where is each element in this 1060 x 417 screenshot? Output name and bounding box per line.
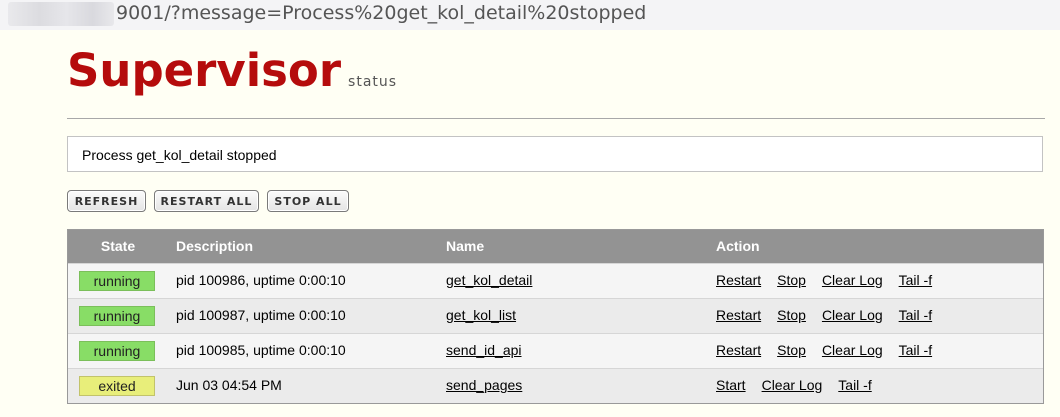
clear-log-link[interactable]: Clear Log	[822, 307, 883, 323]
restart-link[interactable]: Restart	[716, 272, 761, 288]
stop-link[interactable]: Stop	[777, 307, 806, 323]
process-name-link[interactable]: get_kol_list	[446, 307, 516, 323]
tail-link[interactable]: Tail -f	[838, 377, 871, 393]
url-host-redacted	[8, 2, 114, 26]
column-header-description: Description	[176, 238, 254, 254]
status-badge: running	[79, 271, 155, 291]
action-links: Restart Stop Clear Log Tail -f	[716, 299, 948, 332]
action-links: Start Clear Log Tail -f	[716, 369, 888, 402]
header-divider	[67, 118, 1045, 119]
column-header-state: State	[100, 238, 136, 254]
process-name-link[interactable]: get_kol_detail	[446, 272, 532, 288]
clear-log-link[interactable]: Clear Log	[762, 377, 823, 393]
tail-link[interactable]: Tail -f	[899, 272, 932, 288]
table-header: State Description Name Action	[68, 230, 1043, 263]
clear-log-link[interactable]: Clear Log	[822, 272, 883, 288]
restart-all-button[interactable]: RESTART ALL	[154, 190, 259, 212]
action-links: Restart Stop Clear Log Tail -f	[716, 264, 948, 297]
tail-link[interactable]: Tail -f	[899, 307, 932, 323]
refresh-button[interactable]: REFRESH	[67, 190, 146, 212]
column-header-action: Action	[716, 238, 760, 254]
status-badge: running	[79, 306, 155, 326]
column-header-name: Name	[446, 238, 485, 254]
restart-link[interactable]: Restart	[716, 307, 761, 323]
table-row: exited Jun 03 04:54 PM send_pages Start C…	[68, 368, 1043, 403]
status-message-box: Process get_kol_detail stopped	[67, 136, 1043, 172]
browser-address-bar[interactable]: 9001/?message=Process%20get_kol_detail%2…	[0, 0, 1060, 30]
status-badge: running	[79, 341, 155, 361]
process-description: pid 100985, uptime 0:00:10	[176, 342, 346, 358]
restart-link[interactable]: Restart	[716, 342, 761, 358]
stop-link[interactable]: Stop	[777, 272, 806, 288]
stop-all-button[interactable]: STOP ALL	[267, 190, 349, 212]
logo-title: Supervisor	[67, 44, 342, 97]
table-row: running pid 100987, uptime 0:00:10 get_k…	[68, 298, 1043, 333]
stop-link[interactable]: Stop	[777, 342, 806, 358]
logo-subtitle: status	[348, 74, 398, 90]
start-link[interactable]: Start	[716, 377, 746, 393]
action-links: Restart Stop Clear Log Tail -f	[716, 334, 948, 367]
clear-log-link[interactable]: Clear Log	[822, 342, 883, 358]
process-description: Jun 03 04:54 PM	[176, 377, 282, 393]
process-name-link[interactable]: send_id_api	[446, 342, 522, 358]
url-text[interactable]: 9001/?message=Process%20get_kol_detail%2…	[116, 2, 646, 24]
process-table: State Description Name Action running pi…	[67, 229, 1044, 404]
process-description: pid 100986, uptime 0:00:10	[176, 272, 346, 288]
process-description: pid 100987, uptime 0:00:10	[176, 307, 346, 323]
process-name-link[interactable]: send_pages	[446, 377, 522, 393]
table-row: running pid 100986, uptime 0:00:10 get_k…	[68, 263, 1043, 298]
status-message-text: Process get_kol_detail stopped	[82, 147, 277, 163]
tail-link[interactable]: Tail -f	[899, 342, 932, 358]
table-row: running pid 100985, uptime 0:00:10 send_…	[68, 333, 1043, 368]
status-badge: exited	[79, 376, 155, 396]
supervisor-logo: Supervisor status	[67, 48, 397, 94]
